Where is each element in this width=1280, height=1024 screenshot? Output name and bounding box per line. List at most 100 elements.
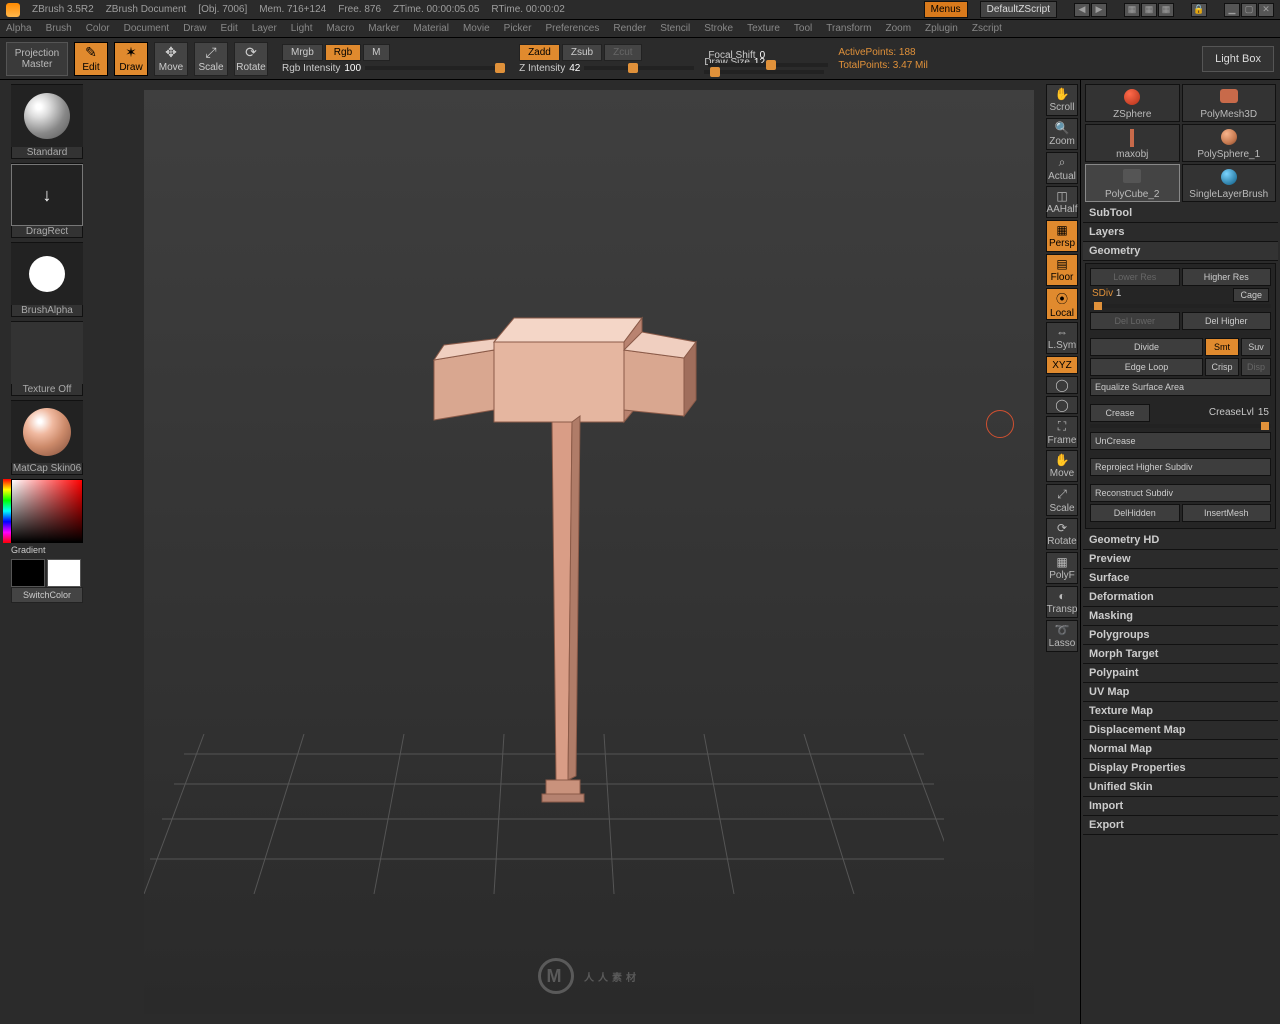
menu-preferences[interactable]: Preferences xyxy=(545,23,599,34)
menu-alpha[interactable]: Alpha xyxy=(6,23,32,34)
rgb-intensity-slider[interactable] xyxy=(365,66,505,70)
menu-edit[interactable]: Edit xyxy=(221,23,238,34)
maximize-icon[interactable]: ▢ xyxy=(1241,3,1257,17)
move-button[interactable]: ✥Move xyxy=(154,42,188,76)
axis-y-button[interactable]: ◯ xyxy=(1046,376,1078,394)
reconstruct-button[interactable]: Reconstruct Subdiv xyxy=(1090,484,1271,502)
menu-render[interactable]: Render xyxy=(613,23,646,34)
section-morph-target[interactable]: Morph Target xyxy=(1083,645,1278,664)
suv-button[interactable]: Suv xyxy=(1241,338,1271,356)
persp-button[interactable]: ▦Persp xyxy=(1046,220,1078,252)
zadd-button[interactable]: Zadd xyxy=(519,44,560,61)
section-normal-map[interactable]: Normal Map xyxy=(1083,740,1278,759)
zcut-button[interactable]: Zcut xyxy=(604,44,641,61)
menu-transform[interactable]: Transform xyxy=(826,23,871,34)
m-button[interactable]: M xyxy=(363,44,389,61)
edit-button[interactable]: ✎Edit xyxy=(74,42,108,76)
switch-color-button[interactable]: SwitchColor xyxy=(11,587,83,603)
disp-button[interactable]: Disp xyxy=(1241,358,1271,376)
lasso-button[interactable]: ➰Lasso xyxy=(1046,620,1078,652)
stroke-selector[interactable]: DragRect xyxy=(11,163,83,238)
texture-selector[interactable]: Texture Off xyxy=(11,321,83,396)
higher-res-button[interactable]: Higher Res xyxy=(1182,268,1272,286)
scale-button[interactable]: ⤢Scale xyxy=(194,42,228,76)
menu-zplugin[interactable]: Zplugin xyxy=(925,23,958,34)
menu-marker[interactable]: Marker xyxy=(368,23,399,34)
crisp-button[interactable]: Crisp xyxy=(1205,358,1239,376)
tool-singlelayer[interactable]: SingleLayerBrush xyxy=(1182,164,1277,202)
rotate-button[interactable]: ⟳Rotate xyxy=(234,42,268,76)
xyz-button[interactable]: XYZ xyxy=(1046,356,1078,374)
tool-zsphere[interactable]: ZSphere xyxy=(1085,84,1180,122)
menu-zoom[interactable]: Zoom xyxy=(885,23,911,34)
smt-button[interactable]: Smt xyxy=(1205,338,1239,356)
menu-tool[interactable]: Tool xyxy=(794,23,812,34)
section-masking[interactable]: Masking xyxy=(1083,607,1278,626)
lower-res-button[interactable]: Lower Res xyxy=(1090,268,1180,286)
axis-z-button[interactable]: ◯ xyxy=(1046,396,1078,414)
close-icon[interactable]: ✕ xyxy=(1258,3,1274,17)
minimize-icon[interactable]: ▁ xyxy=(1224,3,1240,17)
menu-light[interactable]: Light xyxy=(291,23,313,34)
color-primary[interactable] xyxy=(11,559,45,587)
scroll-button[interactable]: ✋Scroll xyxy=(1046,84,1078,116)
nav-rotate-button[interactable]: ⟳Rotate xyxy=(1046,518,1078,550)
polyf-button[interactable]: ▦PolyF xyxy=(1046,552,1078,584)
section-uv-map[interactable]: UV Map xyxy=(1083,683,1278,702)
actual-button[interactable]: ⌕Actual xyxy=(1046,152,1078,184)
section-layers[interactable]: Layers xyxy=(1083,223,1278,242)
menu-macro[interactable]: Macro xyxy=(326,23,354,34)
tool-maxobj[interactable]: maxobj xyxy=(1085,124,1180,162)
menus-button[interactable]: Menus xyxy=(924,1,968,18)
delhidden-button[interactable]: DelHidden xyxy=(1090,504,1180,522)
menu-movie[interactable]: Movie xyxy=(463,23,490,34)
menu-picker[interactable]: Picker xyxy=(504,23,532,34)
section-polypaint[interactable]: Polypaint xyxy=(1083,664,1278,683)
rgb-button[interactable]: Rgb xyxy=(325,44,361,61)
focal-shift-slider[interactable] xyxy=(708,63,828,67)
insertmesh-button[interactable]: InsertMesh xyxy=(1182,504,1272,522)
menu-stencil[interactable]: Stencil xyxy=(660,23,690,34)
menu-material[interactable]: Material xyxy=(413,23,449,34)
section-polygroups[interactable]: Polygroups xyxy=(1083,626,1278,645)
reproject-button[interactable]: Reproject Higher Subdiv xyxy=(1090,458,1271,476)
canvas[interactable]: M 人人素材 xyxy=(144,90,1034,1014)
zsub-button[interactable]: Zsub xyxy=(562,44,602,61)
tray-right-icon[interactable]: ▶ xyxy=(1091,3,1107,17)
menu-layer[interactable]: Layer xyxy=(252,23,277,34)
color-picker[interactable]: Gradient SwitchColor xyxy=(11,479,83,603)
nav-move-button[interactable]: ✋Move xyxy=(1046,450,1078,482)
section-display-properties[interactable]: Display Properties xyxy=(1083,759,1278,778)
menu-texture[interactable]: Texture xyxy=(747,23,780,34)
material-selector[interactable]: MatCap Skin06 xyxy=(11,400,83,475)
sdiv-slider[interactable] xyxy=(1090,304,1271,308)
alpha-selector[interactable]: BrushAlpha xyxy=(11,242,83,317)
menu-document[interactable]: Document xyxy=(124,23,170,34)
crease-button[interactable]: Crease xyxy=(1090,404,1150,422)
lock-icon[interactable]: 🔒 xyxy=(1191,3,1207,17)
del-higher-button[interactable]: Del Higher xyxy=(1182,312,1272,330)
mrgb-button[interactable]: Mrgb xyxy=(282,44,323,61)
section-surface[interactable]: Surface xyxy=(1083,569,1278,588)
default-zscript-button[interactable]: DefaultZScript xyxy=(980,1,1057,18)
z-intensity-slider[interactable] xyxy=(584,66,694,70)
layout-c-icon[interactable]: ▦ xyxy=(1158,3,1174,17)
menu-color[interactable]: Color xyxy=(86,23,110,34)
color-secondary[interactable] xyxy=(47,559,81,587)
divide-button[interactable]: Divide xyxy=(1090,338,1203,356)
edge-loop-button[interactable]: Edge Loop xyxy=(1090,358,1203,376)
section-displacement-map[interactable]: Displacement Map xyxy=(1083,721,1278,740)
section-import[interactable]: Import xyxy=(1083,797,1278,816)
local-button[interactable]: ⦿Local xyxy=(1046,288,1078,320)
section-geometry[interactable]: Geometry xyxy=(1083,242,1278,261)
draw-button[interactable]: ✶Draw xyxy=(114,42,148,76)
equalize-button[interactable]: Equalize Surface Area xyxy=(1090,378,1271,396)
section-deformation[interactable]: Deformation xyxy=(1083,588,1278,607)
section-texture-map[interactable]: Texture Map xyxy=(1083,702,1278,721)
section-subtool[interactable]: SubTool xyxy=(1083,204,1278,223)
aahalf-button[interactable]: ◫AAHalf xyxy=(1046,186,1078,218)
brush-selector[interactable]: Standard xyxy=(11,84,83,159)
cage-button[interactable]: Cage xyxy=(1233,288,1269,302)
del-lower-button[interactable]: Del Lower xyxy=(1090,312,1180,330)
transp-button[interactable]: ◐Transp xyxy=(1046,586,1078,618)
